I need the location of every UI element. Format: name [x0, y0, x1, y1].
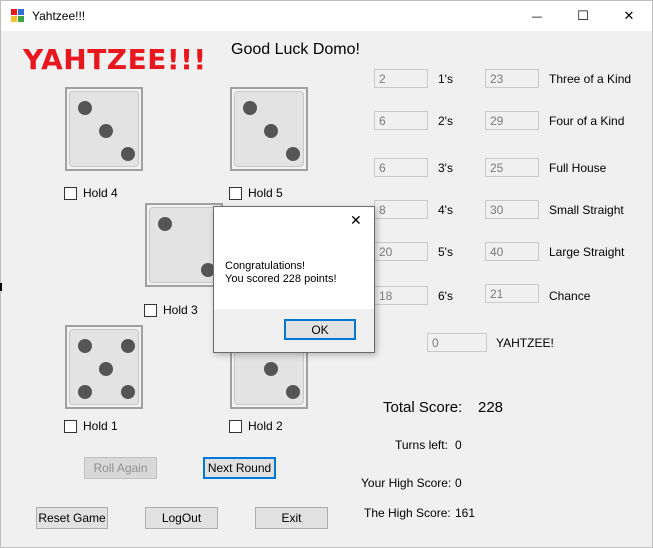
large-straight-score-field: 40	[485, 242, 539, 261]
fives-score-field: 20	[374, 242, 428, 261]
ones-label: 1's	[438, 72, 453, 86]
die-pip	[99, 362, 113, 376]
sixes-label: 6's	[438, 289, 453, 303]
dialog-message-line-1: Congratulations!	[225, 260, 306, 272]
die-face	[69, 329, 139, 405]
checkbox-box[interactable]	[64, 186, 77, 200]
exit-button[interactable]: Exit	[255, 507, 328, 529]
hold-5-label: Hold 5	[248, 186, 283, 200]
minimize-button[interactable]: —	[514, 1, 560, 31]
small-straight-score-field: 30	[485, 200, 539, 219]
die-pip	[243, 101, 257, 115]
full-house-score-field: 25	[485, 158, 539, 177]
die-pip	[264, 362, 278, 376]
dialog-footer: OK	[214, 309, 374, 352]
sixes-score-field: 18	[374, 286, 428, 305]
hold-2-checkbox[interactable]: Hold 2	[229, 419, 283, 433]
three-of-a-kind-score-field: 23	[485, 69, 539, 88]
dialog-close-icon[interactable]: ✕	[350, 213, 362, 229]
ok-button[interactable]: OK	[284, 319, 356, 340]
roll-again-button[interactable]: Roll Again	[84, 457, 157, 479]
dialog-message-line-2: You scored 228 points!	[225, 273, 337, 285]
yahtzee-score-field: 0	[427, 333, 487, 352]
maximize-icon: ☐	[577, 8, 589, 24]
die-pip	[121, 339, 135, 353]
die-pip	[158, 217, 172, 231]
hold-5-checkbox[interactable]: Hold 5	[229, 186, 283, 200]
die-face	[149, 207, 219, 283]
twos-label: 2's	[438, 114, 453, 128]
the-high-score-value: 161	[455, 506, 476, 520]
window-title: Yahtzee!!!	[32, 9, 86, 23]
full-house-label: Full House	[549, 161, 607, 175]
die-5[interactable]	[230, 87, 308, 171]
the-high-score-label: The High Score:	[364, 506, 451, 520]
hold-4-checkbox[interactable]: Hold 4	[64, 186, 118, 200]
die-face	[234, 91, 304, 167]
your-high-score-value: 0	[455, 476, 462, 490]
hold-1-label: Hold 1	[83, 419, 118, 433]
maximize-button[interactable]: ☐	[560, 1, 606, 31]
three-of-a-kind-label: Three of a Kind	[549, 72, 632, 86]
yahtzee-label: YAHTZEE!	[496, 336, 554, 350]
die-pip	[99, 124, 113, 138]
threes-label: 3's	[438, 161, 453, 175]
logout-button[interactable]: LogOut	[145, 507, 218, 529]
total-score-label: Total Score:	[383, 399, 463, 416]
close-button[interactable]: ✕	[606, 1, 652, 31]
dialog-message: Congratulations! You scored 228 points!	[225, 260, 337, 286]
die-face	[69, 91, 139, 167]
congratulations-dialog: ✕ Congratulations! You scored 228 points…	[213, 206, 375, 353]
hold-2-label: Hold 2	[248, 419, 283, 433]
die-pip	[286, 147, 300, 161]
die-4[interactable]	[65, 87, 143, 171]
die-3[interactable]	[145, 203, 223, 287]
hold-3-label: Hold 3	[163, 303, 198, 317]
fours-score-field: 8	[374, 200, 428, 219]
die-pip	[286, 385, 300, 399]
hold-3-checkbox[interactable]: Hold 3	[144, 303, 198, 317]
twos-score-field: 6	[374, 111, 428, 130]
chance-score-field: 21	[485, 284, 539, 303]
threes-score-field: 6	[374, 158, 428, 177]
close-icon: ✕	[623, 8, 635, 24]
die-pip	[78, 385, 92, 399]
large-straight-label: Large Straight	[549, 245, 625, 259]
turns-left-value: 0	[455, 438, 462, 452]
die-pip	[78, 101, 92, 115]
next-round-button[interactable]: Next Round	[203, 457, 276, 479]
hold-1-checkbox[interactable]: Hold 1	[64, 419, 118, 433]
fives-label: 5's	[438, 245, 453, 259]
four-of-a-kind-score-field: 29	[485, 111, 539, 130]
greeting-label: Good Luck Domo!	[231, 41, 360, 58]
die-pip	[264, 124, 278, 138]
chance-label: Chance	[549, 289, 591, 303]
title-bar[interactable]: Yahtzee!!! — ☐ ✕	[1, 1, 652, 31]
checkbox-box[interactable]	[64, 419, 77, 433]
edge-mark	[0, 283, 2, 291]
checkbox-box[interactable]	[229, 419, 242, 433]
hold-4-label: Hold 4	[83, 186, 118, 200]
your-high-score-label: Your High Score:	[361, 476, 452, 490]
reset-game-button[interactable]: Reset Game	[36, 507, 108, 529]
ones-score-field: 2	[374, 69, 428, 88]
fours-label: 4's	[438, 203, 453, 217]
yahtzee-logo: YAHTZEE!!!	[23, 43, 207, 76]
small-straight-label: Small Straight	[549, 203, 624, 217]
four-of-a-kind-label: Four of a Kind	[549, 114, 625, 128]
checkbox-box[interactable]	[144, 303, 157, 317]
checkbox-box[interactable]	[229, 186, 242, 200]
minimize-icon: —	[531, 9, 543, 23]
die-pip	[121, 385, 135, 399]
die-pip	[78, 339, 92, 353]
total-score-value: 228	[478, 399, 504, 416]
app-icon	[11, 9, 24, 22]
die-1[interactable]	[65, 325, 143, 409]
turns-left-label: Turns left:	[395, 438, 448, 452]
die-pip	[121, 147, 135, 161]
app-window: Yahtzee!!! — ☐ ✕ YAHTZEE!!! Good Luck Do…	[0, 0, 653, 548]
